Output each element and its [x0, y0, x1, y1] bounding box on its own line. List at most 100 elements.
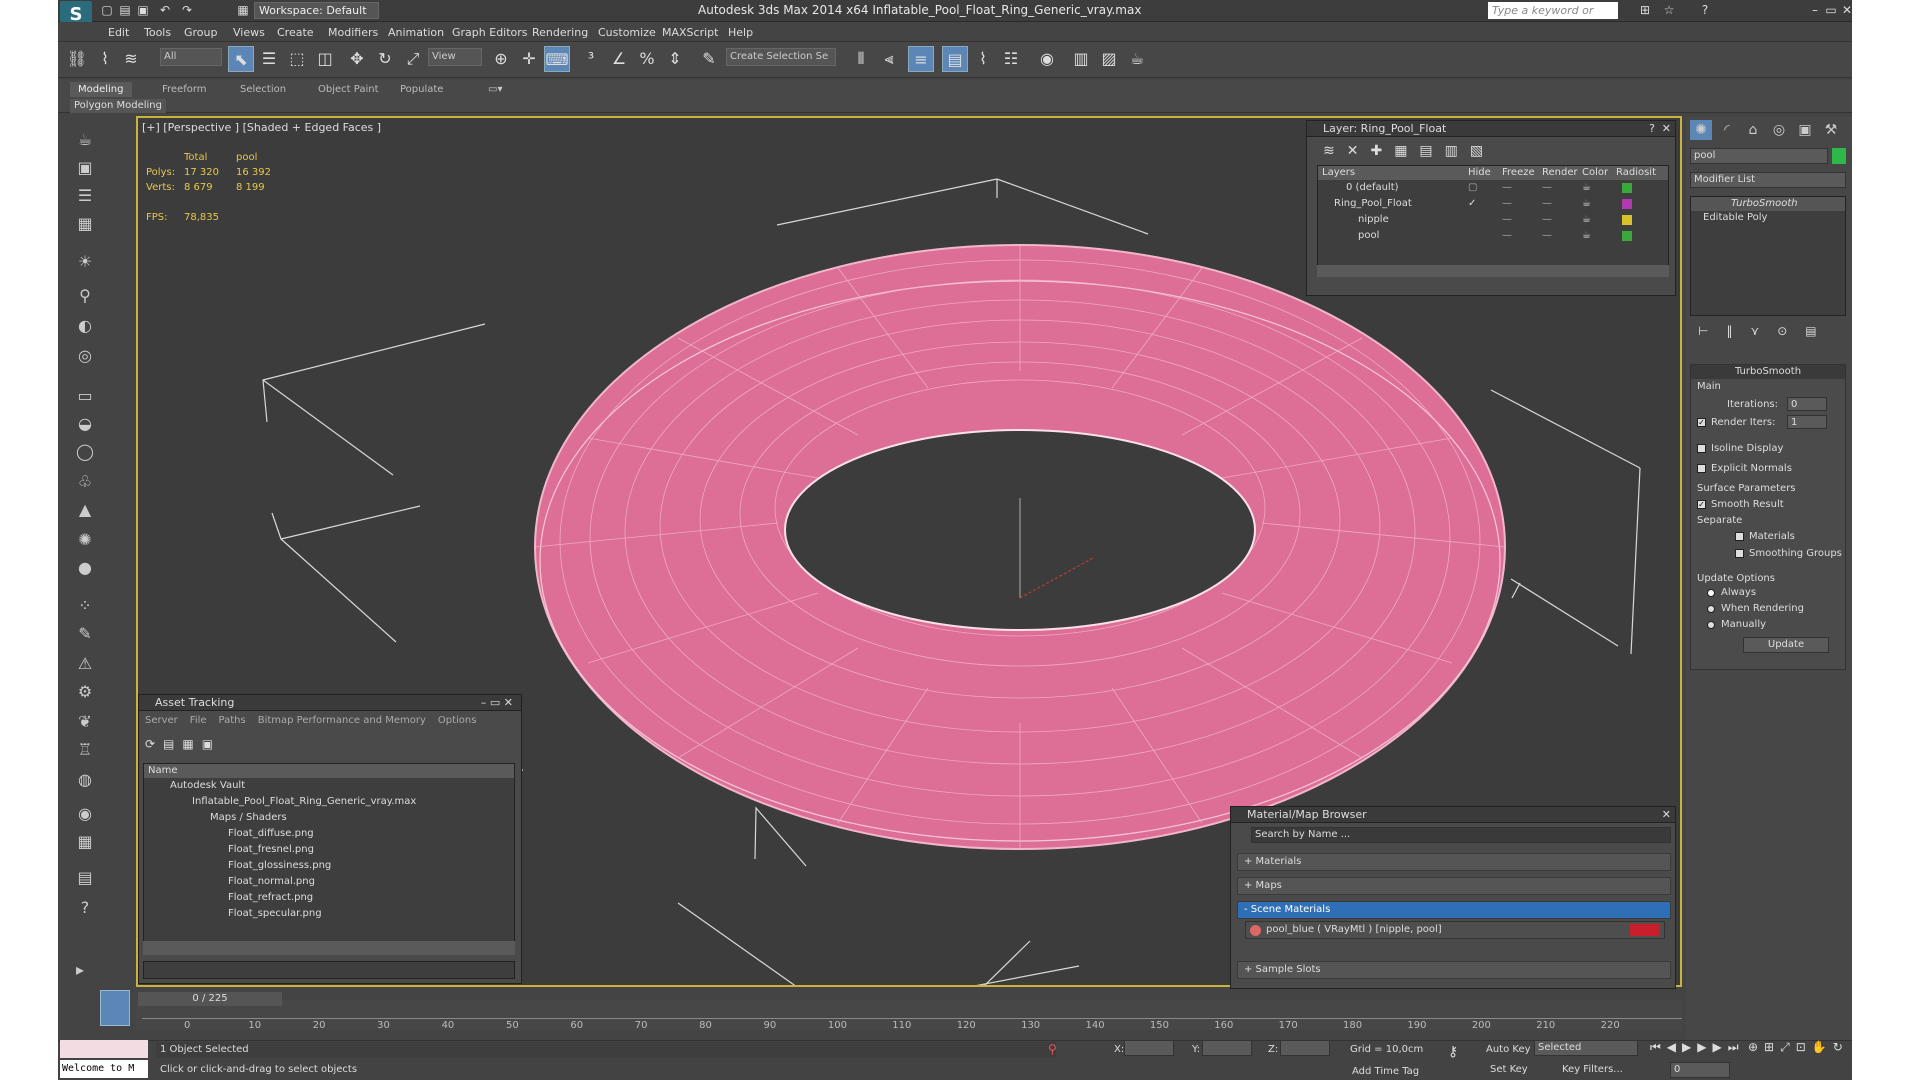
chair-icon[interactable]: ♖ [70, 738, 100, 762]
rollout-title[interactable]: TurboSmooth [1691, 365, 1845, 379]
welcome-field[interactable]: Welcome to M [60, 1060, 148, 1078]
modifier-turbosmooth[interactable]: TurboSmooth [1691, 197, 1845, 211]
menu-create[interactable]: Create [277, 26, 314, 39]
set-key-button[interactable]: Set Key [1490, 1064, 1528, 1075]
list-icon[interactable]: ☰ [70, 184, 100, 208]
wheel-icon[interactable]: ◍ [70, 768, 100, 792]
project-folder-icon[interactable]: ▦ [236, 3, 250, 17]
current-frame-field[interactable]: 0 [1670, 1062, 1730, 1078]
edit-named-sel-icon[interactable]: ✎ [696, 46, 722, 72]
align-icon[interactable]: ⫷ [876, 46, 902, 72]
box-icon[interactable]: ▭ [70, 384, 100, 408]
manipulate-icon[interactable]: ✛ [516, 46, 542, 72]
schematic-view-icon[interactable]: ☷ [998, 46, 1024, 72]
y-coord-field[interactable] [1202, 1040, 1252, 1056]
layer-color-swatch[interactable] [1622, 183, 1632, 193]
rect-selection-icon[interactable]: ⬚ [284, 46, 310, 72]
asset-item[interactable]: Float_fresnel.png [144, 842, 514, 858]
image-icon[interactable]: ▣ [70, 156, 100, 180]
select-object-icon[interactable]: ⬉ [228, 46, 254, 72]
grid-icon[interactable]: ▦ [70, 212, 100, 236]
gear-icon[interactable]: ⚙ [70, 680, 100, 704]
binoculars-icon[interactable]: ⊞ [1638, 3, 1652, 17]
percent-snap-icon[interactable]: % [634, 46, 660, 72]
film-icon[interactable]: ◎ [70, 344, 100, 368]
stack-tools-icons[interactable]: ⊢‖⋎⊙▤ [1698, 324, 1835, 338]
stool-icon[interactable]: ⚠ [70, 652, 100, 676]
col-layers[interactable]: Layers [1318, 166, 1468, 180]
sphere-icon[interactable]: ◒ [70, 412, 100, 436]
globe-icon[interactable]: ◉ [70, 802, 100, 826]
dots-icon[interactable]: ⁘ [70, 594, 100, 618]
asset-menu-paths[interactable]: Paths [219, 715, 246, 726]
teapot-icon[interactable]: ☕ [70, 128, 100, 152]
camera-icon[interactable]: ⚲ [70, 284, 100, 308]
asset-item[interactable]: Autodesk Vault [144, 778, 514, 794]
layer-color-swatch[interactable] [1622, 231, 1632, 241]
col-render[interactable]: Render [1542, 166, 1582, 180]
grass-icon[interactable]: ♧ [70, 470, 100, 494]
undo-icon[interactable]: ↶ [158, 3, 172, 17]
asset-item[interactable]: Float_normal.png [144, 874, 514, 890]
material-editor-icon[interactable]: ◉ [1034, 46, 1060, 72]
move-icon[interactable]: ✥ [344, 46, 370, 72]
menu-modifiers[interactable]: Modifiers [328, 26, 378, 39]
maps-group[interactable]: + Maps [1237, 877, 1671, 895]
asset-menu-file[interactable]: File [190, 715, 207, 726]
layer-row[interactable]: 0 (default) ▢ — — ☕ [1318, 180, 1668, 196]
plant-icon[interactable]: ❦ [70, 710, 100, 734]
smooth-result-checkbox[interactable]: ✓ [1697, 500, 1706, 509]
particle-icon[interactable]: ◐ [70, 314, 100, 338]
ribbon-toggle-icon[interactable]: ▤ [942, 46, 968, 72]
asset-item[interactable]: Float_specular.png [144, 906, 514, 922]
reference-coord-dropdown[interactable]: View [428, 48, 482, 66]
menu-maxscript[interactable]: MAXScript [662, 26, 718, 39]
asset-item[interactable]: Inflatable_Pool_Float_Ring_Generic_vray.… [144, 794, 514, 810]
scale-icon[interactable]: ⤢ [400, 46, 426, 72]
object-name-field[interactable]: pool [1690, 148, 1828, 164]
isoline-checkbox[interactable] [1697, 444, 1706, 453]
menu-animation[interactable]: Animation [388, 26, 444, 39]
link-icon[interactable]: ⛓ [64, 46, 90, 72]
rotate-icon[interactable]: ↻ [372, 46, 398, 72]
layer-manager-icon[interactable]: ≡ [908, 46, 934, 72]
layer-horizontal-scrollbar[interactable] [1317, 265, 1669, 277]
doc-icon[interactable]: ▤ [70, 866, 100, 890]
update-button[interactable]: Update [1743, 637, 1829, 653]
viewport-label[interactable]: [+] [Perspective ] [Shaded + Edged Faces… [142, 121, 381, 134]
rendered-frame-icon[interactable]: ▨ [1096, 46, 1122, 72]
asset-item[interactable]: Float_diffuse.png [144, 826, 514, 842]
asset-item[interactable]: Float_glossiness.png [144, 858, 514, 874]
col-hide[interactable]: Hide [1468, 166, 1502, 180]
layer-panel-help-icon[interactable]: ? [1649, 122, 1655, 135]
star-icon[interactable]: ☆ [1662, 3, 1676, 17]
asset-name-header[interactable]: Name [144, 764, 514, 778]
material-search-input[interactable]: Search by Name ... [1251, 827, 1671, 843]
grid-tool-icon[interactable]: ▦ [70, 830, 100, 854]
hierarchy-tab-icon[interactable]: ⌂ [1742, 120, 1764, 140]
menu-customize[interactable]: Customize [598, 26, 656, 39]
workspace-dropdown[interactable]: Workspace: Default [254, 2, 379, 19]
light-icon[interactable]: ☀ [70, 250, 100, 274]
render-setup-icon[interactable]: ▥ [1068, 46, 1094, 72]
minimize-icon[interactable]: – [1808, 3, 1822, 17]
new-file-icon[interactable]: ▢ [100, 3, 114, 17]
col-color[interactable]: Color [1582, 166, 1616, 180]
menu-edit[interactable]: Edit [108, 26, 129, 39]
asset-item[interactable]: Maps / Shaders [144, 810, 514, 826]
ball-icon[interactable]: ● [70, 556, 100, 580]
sample-slots-group[interactable]: + Sample Slots [1237, 961, 1671, 979]
asset-menu-server[interactable]: Server [145, 715, 178, 726]
render-teapot-icon[interactable]: ☕ [1124, 46, 1150, 72]
ribbon-options-icon[interactable]: ▭▾ [488, 84, 502, 95]
iterations-spinner[interactable]: 0 [1787, 397, 1827, 411]
mirror-icon[interactable]: ⫴ [848, 46, 874, 72]
cone-icon[interactable]: ▲ [70, 498, 100, 522]
asset-horizontal-scrollbar[interactable] [143, 941, 515, 955]
render-iters-spinner[interactable]: 1 [1787, 415, 1827, 429]
spinner-snap-icon[interactable]: ⇕ [662, 46, 688, 72]
tab-modeling[interactable]: Modeling [70, 82, 132, 97]
layer-row[interactable]: Ring_Pool_Float ✓ — — ☕ [1318, 196, 1668, 212]
curve-editor-icon[interactable]: ⌇ [970, 46, 996, 72]
paint-icon[interactable]: ✎ [70, 622, 100, 646]
